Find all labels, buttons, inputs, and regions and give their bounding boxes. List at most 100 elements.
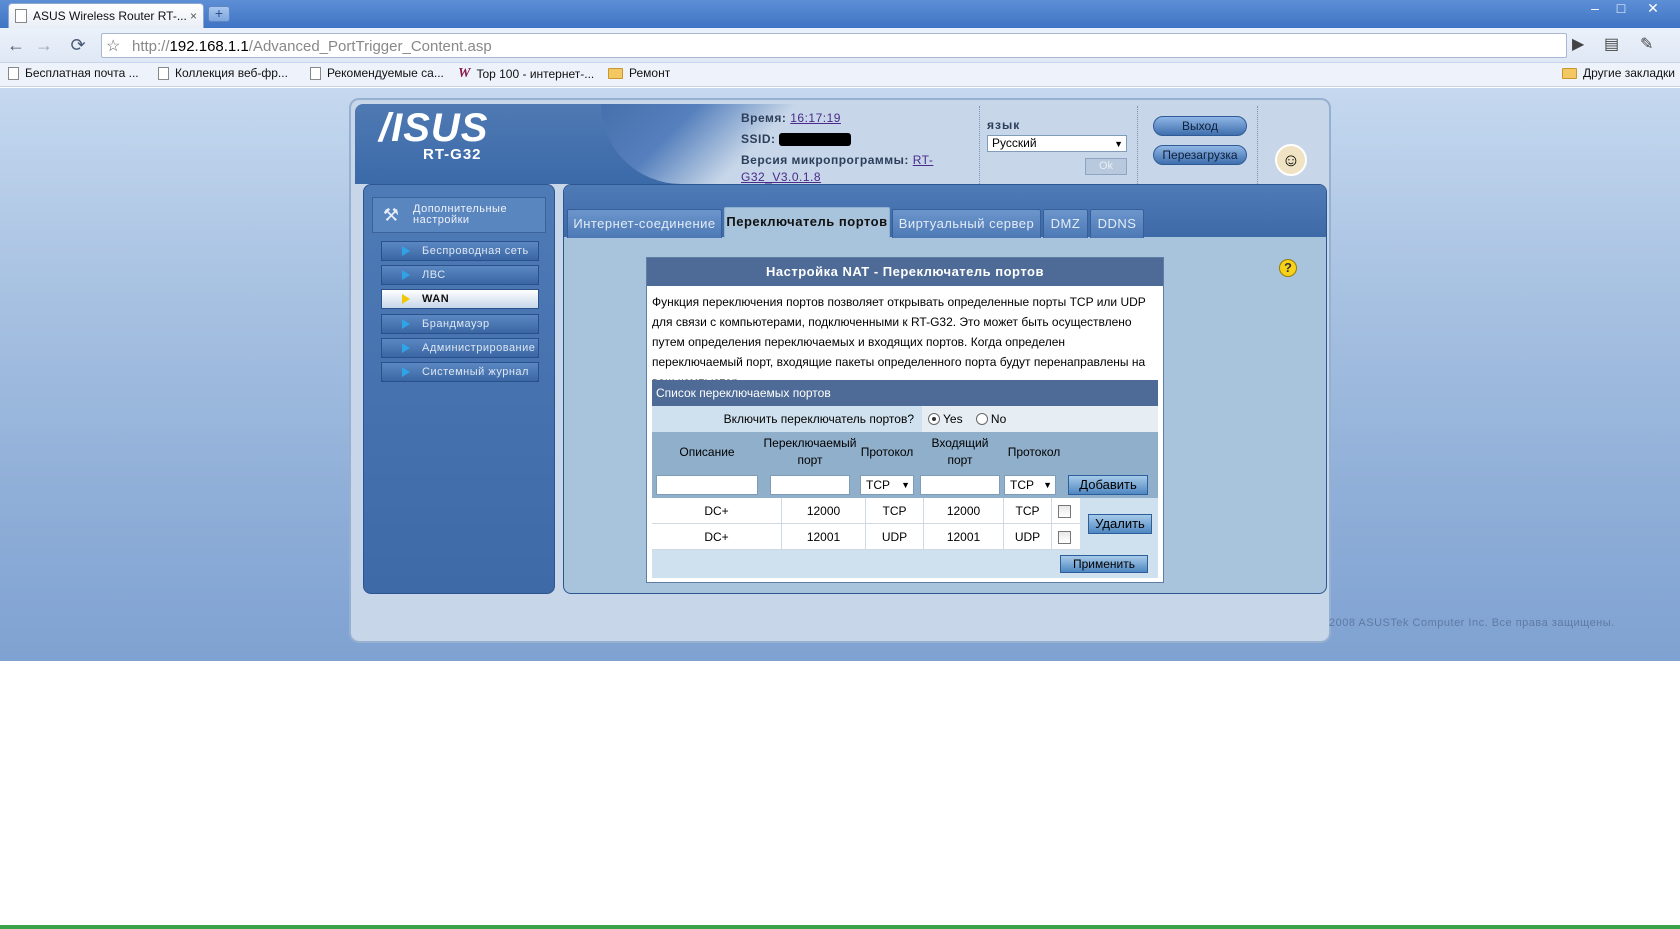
play-icon	[402, 319, 410, 329]
sidebar-item-administration[interactable]: Администрирование	[381, 338, 539, 358]
apply-button[interactable]: Применить	[1060, 555, 1148, 573]
tab-ddns[interactable]: DDNS	[1090, 209, 1144, 238]
page-viewport: /ISUS RT-G32 Время: 16:17:19 SSID: Верси…	[0, 88, 1680, 661]
tab-virtual-server[interactable]: Виртуальный сервер	[892, 209, 1041, 238]
chevron-down-icon: ▼	[901, 480, 910, 490]
list-title: Список переключаемых портов	[652, 380, 1158, 406]
page-icon	[15, 9, 27, 23]
panel-title: Настройка NAT - Переключатель портов	[647, 258, 1163, 286]
maximize-button[interactable]: □	[1608, 0, 1634, 18]
close-tab-icon[interactable]: ×	[190, 9, 197, 23]
language-label: язык	[987, 118, 1021, 132]
bookmark-item[interactable]: Бесплатная почта ...	[8, 66, 139, 80]
time-label: Время:	[741, 111, 787, 125]
language-select[interactable]: Русский ▼	[987, 135, 1127, 152]
browser-tab[interactable]: ASUS Wireless Router RT-... ×	[8, 3, 204, 28]
page-icon	[158, 66, 169, 80]
play-icon[interactable]: ▶	[1572, 34, 1584, 54]
content-panel: Интернет-соединение Переключатель портов…	[563, 184, 1327, 594]
incoming-protocol-select[interactable]: TCP ▼	[1004, 475, 1056, 495]
row-description: DC+	[652, 524, 782, 550]
other-bookmarks-folder[interactable]: Другие закладки	[1562, 66, 1675, 80]
taskbar-edge	[0, 925, 1680, 929]
no-radio[interactable]: No	[975, 412, 1006, 426]
divider	[979, 106, 980, 184]
time-value[interactable]: 16:17:19	[790, 111, 841, 125]
chevron-down-icon: ▼	[1114, 139, 1123, 149]
bookmark-item[interactable]: Коллекция веб-фр...	[158, 66, 288, 80]
bookmark-star-icon[interactable]: ☆	[106, 36, 120, 56]
firmware-link[interactable]: RT-	[913, 153, 934, 167]
col-incoming-port: Входящий порт	[931, 436, 989, 467]
row-incoming-port: 12001	[924, 524, 1004, 550]
tab-internet-connection[interactable]: Интернет-соединение	[567, 209, 722, 238]
page-menu-icon[interactable]: ▤	[1604, 34, 1619, 54]
firmware-label: Версия микропрограммы:	[741, 153, 909, 167]
browser-toolbar: ← → ⟳ ☆ http://192.168.1.1/Advanced_Port…	[0, 28, 1680, 63]
minimize-button[interactable]: –	[1582, 0, 1608, 18]
firmware-link-cont[interactable]: G32_V3.0.1.8	[741, 170, 821, 184]
trigger-protocol-select[interactable]: TCP ▼	[860, 475, 914, 495]
wrench-icon[interactable]: ✎	[1640, 34, 1653, 54]
bookmarks-bar: Бесплатная почта ... Коллекция веб-фр...…	[0, 63, 1680, 87]
description-input[interactable]	[656, 475, 758, 495]
ssid-redacted	[779, 133, 852, 147]
tab-port-trigger[interactable]: Переключатель портов	[724, 207, 890, 238]
apply-row: Применить	[652, 550, 1158, 578]
radio-checked-icon	[928, 413, 940, 425]
row-incoming-protocol: TCP	[1004, 498, 1052, 524]
play-icon	[402, 294, 410, 304]
back-arrow-icon[interactable]: ←	[4, 34, 28, 56]
reload-icon[interactable]: ⟳	[66, 34, 90, 56]
enable-options: Yes No	[922, 406, 1158, 432]
col-description: Описание	[679, 444, 735, 459]
sidebar-item-wan[interactable]: WAN	[381, 289, 539, 309]
help-icon[interactable]: ?	[1279, 259, 1297, 277]
page-icon	[8, 66, 19, 80]
bookmark-item[interactable]: W Top 100 - интернет-...	[458, 66, 594, 82]
logout-button[interactable]: Выход	[1153, 116, 1247, 136]
row-select-checkbox[interactable]	[1058, 531, 1071, 544]
add-button[interactable]: Добавить	[1068, 475, 1148, 495]
w-icon: W	[458, 66, 471, 81]
language-ok-button[interactable]: Ok	[1085, 158, 1127, 175]
enable-row: Включить переключатель портов? Yes No	[652, 406, 1158, 432]
status-info: Время: 16:17:19 SSID: Версия микропрогра…	[741, 108, 971, 186]
ssid-label: SSID:	[741, 132, 776, 146]
row-trigger-protocol: UDP	[866, 524, 924, 550]
sidebar: ⚒ Дополнительные настройки Беспроводная с…	[363, 184, 555, 594]
forward-arrow-icon[interactable]: →	[32, 34, 56, 56]
sidebar-item-system-log[interactable]: Системный журнал	[381, 362, 539, 382]
delete-cell: Удалить	[1080, 498, 1158, 550]
row-incoming-port: 12000	[924, 498, 1004, 524]
table-row: DC+ 12000 TCP 12000 TCP	[652, 498, 1080, 524]
sidebar-item-firewall[interactable]: Брандмауэр	[381, 314, 539, 334]
bookmark-item[interactable]: Рекомендуемые са...	[310, 66, 444, 80]
tab-dmz[interactable]: DMZ	[1043, 209, 1088, 238]
address-bar[interactable]: ☆ http://192.168.1.1/Advanced_PortTrigge…	[101, 33, 1567, 58]
close-window-button[interactable]: ✕	[1640, 0, 1666, 18]
delete-button[interactable]: Удалить	[1088, 514, 1152, 534]
model-name: RT-G32	[423, 146, 482, 163]
incoming-port-input[interactable]	[920, 475, 1000, 495]
tools-icon: ⚒	[382, 204, 400, 225]
yes-radio[interactable]: Yes	[928, 412, 963, 426]
sidebar-item-wireless[interactable]: Беспроводная сеть	[381, 241, 539, 261]
tab-title: ASUS Wireless Router RT-...	[33, 9, 186, 23]
col-protocol-2: Протокол	[1007, 444, 1061, 459]
trigger-port-input[interactable]	[770, 475, 850, 495]
divider	[1257, 106, 1258, 184]
row-select-checkbox[interactable]	[1058, 505, 1071, 518]
play-icon	[402, 246, 410, 256]
url-text: http://192.168.1.1/Advanced_PortTrigger_…	[132, 38, 492, 55]
copyright: 2008 ASUSTek Computer Inc. Все права защ…	[1329, 617, 1615, 629]
divider	[1137, 106, 1138, 184]
browser-titlebar: ASUS Wireless Router RT-... × + – □ ✕	[0, 0, 1680, 28]
mascot-icon: ☺	[1275, 144, 1307, 176]
play-icon	[402, 270, 410, 280]
folder-icon	[608, 67, 623, 79]
sidebar-item-lan[interactable]: ЛВС	[381, 265, 539, 285]
new-tab-button[interactable]: +	[208, 6, 230, 22]
bookmark-folder[interactable]: Ремонт	[608, 66, 670, 80]
reboot-button[interactable]: Перезагрузка	[1153, 145, 1247, 165]
